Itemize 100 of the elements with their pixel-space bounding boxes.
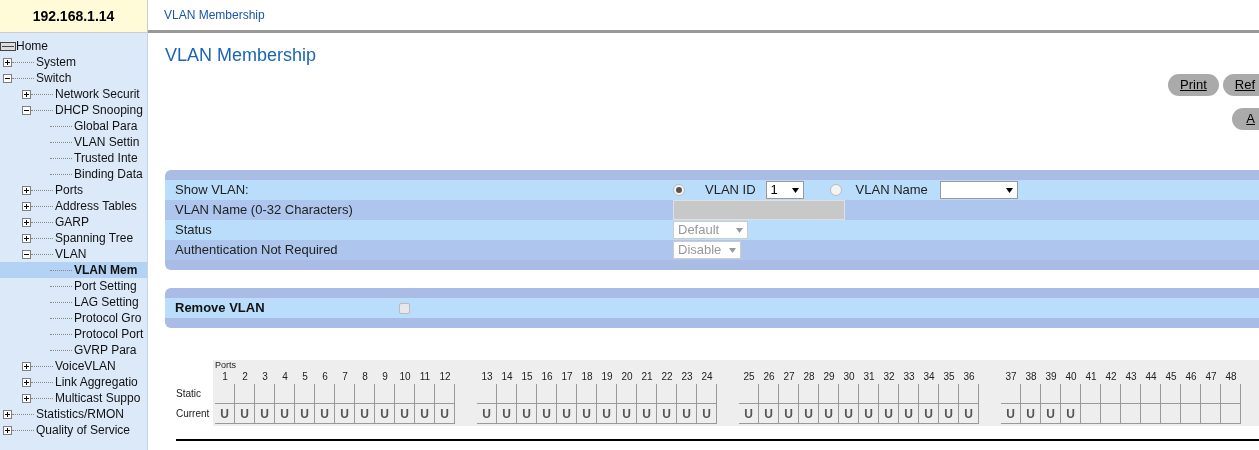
tree-item[interactable]: VLAN xyxy=(55,245,87,263)
expand-icon[interactable] xyxy=(22,217,31,227)
current-cell: U xyxy=(517,404,537,424)
static-cell xyxy=(919,384,939,404)
static-cell xyxy=(859,384,879,404)
current-cell: U xyxy=(577,404,597,424)
port-number: 21 xyxy=(640,370,654,384)
current-cell: U xyxy=(215,404,235,424)
port-number: 27 xyxy=(782,370,796,384)
current-cell xyxy=(1121,404,1141,424)
static-cell xyxy=(275,384,295,404)
tree-item[interactable]: GVRP Para xyxy=(74,341,137,359)
current-cell: U xyxy=(557,404,577,424)
static-cell xyxy=(939,384,959,404)
static-cell xyxy=(1161,384,1181,404)
tree-item[interactable]: Statistics/RMON xyxy=(36,405,124,423)
radio-label: VLAN ID xyxy=(705,181,756,200)
toolbar-button[interactable]: A xyxy=(1232,108,1259,130)
static-cell xyxy=(879,384,899,404)
tree-item[interactable]: VoiceVLAN xyxy=(55,357,116,375)
current-cell: U xyxy=(415,404,435,424)
collapse-icon[interactable] xyxy=(3,73,12,83)
static-cell xyxy=(657,384,677,404)
tree-item[interactable]: Spanning Tree xyxy=(55,229,134,247)
expand-icon[interactable] xyxy=(22,361,31,371)
row-label: Static xyxy=(176,387,202,401)
port-number: 40 xyxy=(1064,370,1078,384)
expand-icon[interactable] xyxy=(3,409,12,419)
static-cell xyxy=(577,384,597,404)
static-cell xyxy=(1201,384,1221,404)
expand-icon[interactable] xyxy=(22,393,31,403)
tree-item[interactable]: Quality of Service xyxy=(36,421,131,439)
radio-button[interactable] xyxy=(829,184,842,196)
static-cell xyxy=(779,384,799,404)
tree-item[interactable]: Protocol Port xyxy=(74,325,144,343)
port-number: 48 xyxy=(1224,370,1238,384)
radio-button[interactable] xyxy=(673,184,685,196)
port-number: 34 xyxy=(922,370,936,384)
tree-item[interactable]: DHCP Snooping xyxy=(55,101,143,119)
dropdown-arrow-icon xyxy=(729,247,736,253)
port-number: 10 xyxy=(398,370,412,384)
port-number: 38 xyxy=(1024,370,1038,384)
expand-icon[interactable] xyxy=(22,89,31,99)
static-cell xyxy=(295,384,315,404)
port-number: 29 xyxy=(822,370,836,384)
vlan-name-select[interactable] xyxy=(939,181,1018,199)
tree-item[interactable]: Protocol Gro xyxy=(74,309,142,327)
toolbar-button[interactable]: Ref xyxy=(1222,74,1259,96)
port-number: 17 xyxy=(560,370,574,384)
port-number: 4 xyxy=(281,370,289,384)
expand-icon[interactable] xyxy=(22,201,31,211)
device-address-header: 192.168.1.14 xyxy=(0,0,148,33)
expand-icon[interactable] xyxy=(22,233,31,243)
expand-icon[interactable] xyxy=(3,425,12,435)
current-cell: U xyxy=(335,404,355,424)
tree-item[interactable]: Port Setting xyxy=(74,277,137,295)
static-cell xyxy=(697,384,717,404)
tree-item[interactable]: GARP xyxy=(55,213,89,231)
collapse-icon[interactable] xyxy=(22,105,31,115)
tree-item[interactable]: Global Para xyxy=(74,117,138,135)
tree-item[interactable]: Multicast Suppo xyxy=(55,389,141,407)
port-number: 45 xyxy=(1164,370,1178,384)
current-cell: U xyxy=(375,404,395,424)
tree-item[interactable]: LAG Setting xyxy=(74,293,139,311)
port-number: 33 xyxy=(902,370,916,384)
port-number: 28 xyxy=(802,370,816,384)
port-number: 23 xyxy=(680,370,694,384)
field-label: Remove VLAN xyxy=(174,299,266,318)
tree-item[interactable]: Network Securit xyxy=(55,85,140,103)
collapse-icon[interactable] xyxy=(22,249,31,259)
tree-item[interactable]: Ports xyxy=(55,181,83,199)
toolbar-button[interactable]: Print xyxy=(1168,74,1219,96)
dropdown-arrow-icon xyxy=(791,187,799,193)
port-number: 9 xyxy=(381,370,389,384)
field-label: Status xyxy=(174,221,213,240)
current-cell: U xyxy=(497,404,517,424)
tree-item[interactable]: Trusted Inte xyxy=(74,149,138,167)
port-number: 25 xyxy=(742,370,756,384)
static-cell xyxy=(1181,384,1201,404)
vlan-id-select[interactable]: 1 xyxy=(765,181,804,199)
tree-item[interactable]: VLAN Settin xyxy=(74,133,140,151)
tree-item[interactable]: Address Tables xyxy=(55,197,137,215)
expand-icon[interactable] xyxy=(3,57,12,67)
expand-icon[interactable] xyxy=(22,377,31,387)
row-label: Current xyxy=(176,407,211,421)
tree-item[interactable]: Link Aggregatio xyxy=(55,373,138,391)
tree-item[interactable]: Home xyxy=(16,37,48,55)
current-cell: U xyxy=(275,404,295,424)
current-cell xyxy=(1141,404,1161,424)
current-cell: U xyxy=(537,404,557,424)
current-cell: U xyxy=(235,404,255,424)
tree-item[interactable]: System xyxy=(36,53,76,71)
expand-icon[interactable] xyxy=(22,185,31,195)
tree-item[interactable]: Switch xyxy=(36,69,72,87)
tree-item[interactable]: Binding Data xyxy=(74,165,143,183)
port-number: 6 xyxy=(321,370,329,384)
current-cell: U xyxy=(919,404,939,424)
current-cell: U xyxy=(657,404,677,424)
static-cell xyxy=(759,384,779,404)
static-cell xyxy=(1121,384,1141,404)
